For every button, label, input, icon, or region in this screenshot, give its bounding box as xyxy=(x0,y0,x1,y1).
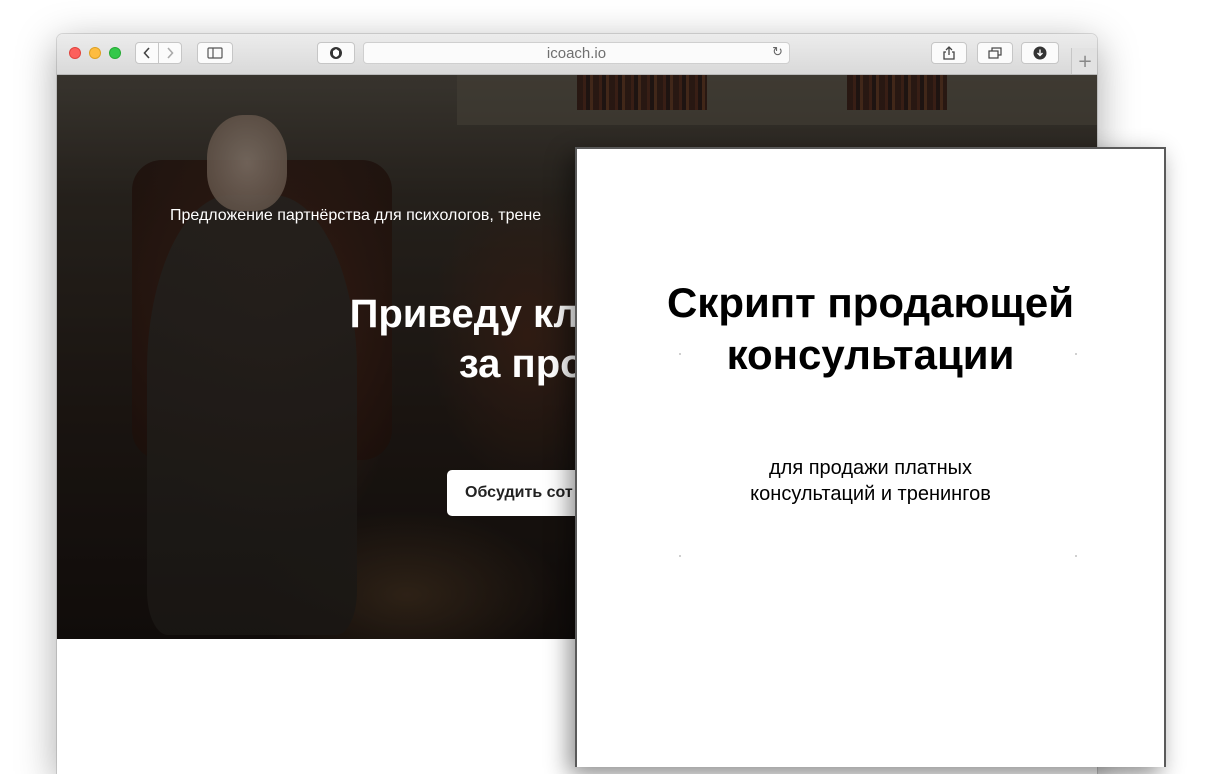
reload-icon[interactable]: ↻ xyxy=(772,45,783,60)
document-subtitle: для продажи платных консультаций и трени… xyxy=(750,457,991,505)
document-title: Скрипт продающей консультации xyxy=(666,279,1075,378)
forward-button[interactable] xyxy=(158,42,182,64)
tabs-overview-icon xyxy=(988,47,1002,59)
plus-icon: + xyxy=(1077,50,1093,72)
close-window-button[interactable] xyxy=(69,47,81,59)
corner-mark xyxy=(679,353,681,355)
privacy-button[interactable] xyxy=(317,42,355,64)
share-icon xyxy=(943,46,955,60)
privacy-shield-icon xyxy=(330,47,342,59)
chevron-right-icon xyxy=(167,47,174,59)
new-tab-button[interactable]: + xyxy=(1071,48,1097,74)
corner-mark xyxy=(1075,353,1077,355)
chevron-left-icon xyxy=(143,47,150,59)
download-button[interactable] xyxy=(1021,42,1059,64)
sidebar-icon xyxy=(207,47,223,59)
url-text: icoach.io xyxy=(546,44,607,62)
share-button[interactable] xyxy=(931,42,967,64)
corner-mark xyxy=(679,555,681,557)
browser-toolbar: icoach.io ↻ + xyxy=(57,34,1097,75)
url-bar[interactable]: icoach.io ↻ xyxy=(363,42,790,64)
zoom-window-button[interactable] xyxy=(109,47,121,59)
back-button[interactable] xyxy=(135,42,159,64)
sidebar-button[interactable] xyxy=(197,42,233,64)
download-icon xyxy=(1033,46,1047,60)
corner-mark xyxy=(1075,555,1077,557)
minimize-window-button[interactable] xyxy=(89,47,101,59)
tabs-overview-button[interactable] xyxy=(977,42,1013,64)
script-document-card: Скрипт продающей консультации для продаж… xyxy=(575,147,1166,767)
